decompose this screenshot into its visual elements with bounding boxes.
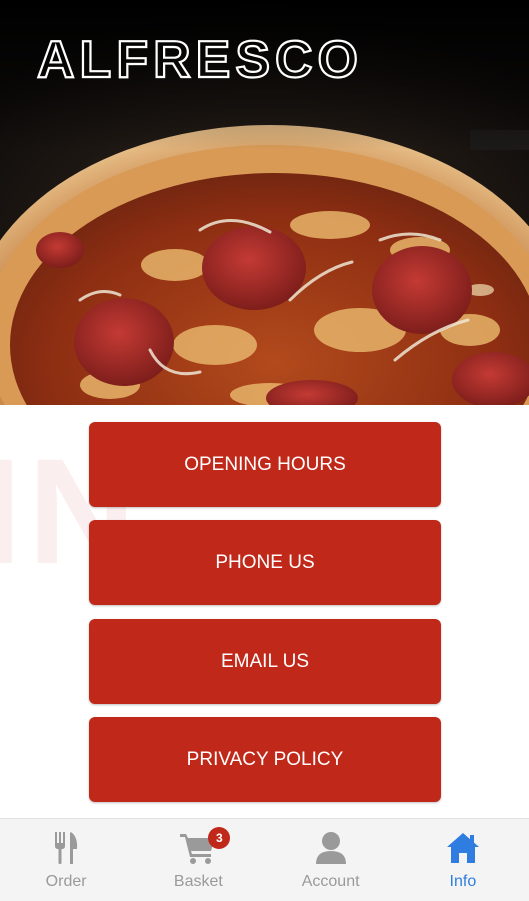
privacy-policy-button[interactable]: PRIVACY POLICY [89, 717, 441, 802]
opening-hours-button[interactable]: OPENING HOURS [89, 422, 441, 507]
bottom-tab-bar: Order 3 Basket Account Info [0, 818, 529, 901]
tab-order-label: Order [45, 873, 87, 890]
tab-account-label: Account [301, 873, 360, 890]
home-icon [446, 830, 480, 866]
cart-icon: 3 [180, 827, 231, 866]
tab-basket-label: Basket [173, 873, 223, 890]
email-us-label: EMAIL US [221, 650, 309, 672]
fork-knife-icon [52, 830, 80, 866]
alfresco-logo: ALFRESCO [36, 30, 363, 90]
opening-hours-label: OPENING HOURS [184, 453, 346, 475]
hero-image: ALFRESCO [0, 0, 529, 405]
basket-count-badge: 3 [208, 827, 231, 849]
tab-info-label: Info [449, 873, 477, 890]
user-icon [315, 830, 347, 866]
privacy-policy-label: PRIVACY POLICY [186, 748, 344, 770]
phone-us-label: PHONE US [215, 551, 315, 573]
phone-us-button[interactable]: PHONE US [89, 520, 441, 605]
tab-account[interactable]: Account [265, 819, 397, 901]
tab-basket[interactable]: 3 Basket [132, 819, 264, 901]
brand-name: ALFRESCO [37, 31, 363, 89]
brand-logo: ALFRESCO [0, 30, 529, 90]
tab-info[interactable]: Info [397, 819, 529, 901]
info-content: IN OPENING HOURS PHONE US EMAIL US PRIVA… [0, 405, 529, 818]
tab-order[interactable]: Order [0, 819, 132, 901]
email-us-button[interactable]: EMAIL US [89, 619, 441, 704]
